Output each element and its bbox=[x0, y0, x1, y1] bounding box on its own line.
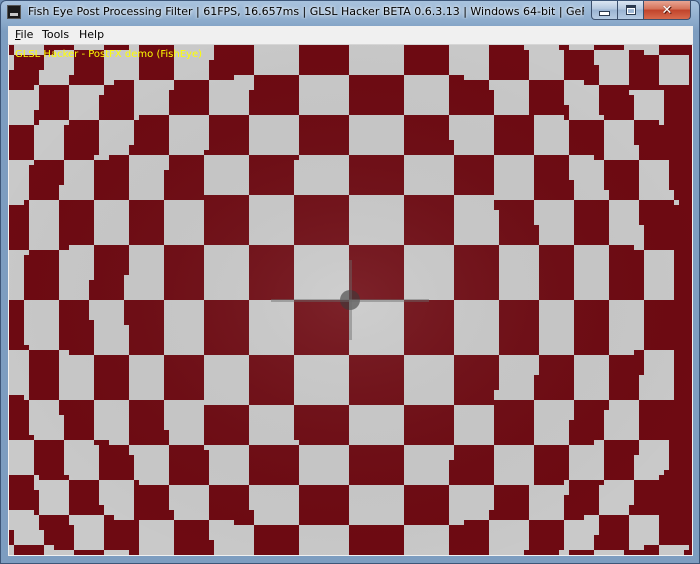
close-button[interactable]: ✕ bbox=[644, 1, 691, 20]
maximize-icon bbox=[625, 5, 636, 15]
menu-bar: File Tools Help bbox=[8, 26, 693, 45]
pinch-vertical bbox=[349, 260, 352, 340]
client-area: File Tools Help GLSL Hacker - PostFX dem… bbox=[8, 26, 693, 556]
maximize-button[interactable] bbox=[618, 1, 644, 20]
fisheye-checkerboard bbox=[9, 45, 692, 555]
title-bar[interactable]: Fish Eye Post Processing Filter | 61FPS,… bbox=[1, 1, 699, 23]
window-title: Fish Eye Post Processing Filter | 61FPS,… bbox=[28, 5, 584, 18]
demo-overlay-label: GLSL Hacker - PostFX demo (FishEye) bbox=[15, 49, 203, 60]
minimize-icon bbox=[599, 10, 610, 16]
app-icon[interactable] bbox=[7, 5, 21, 19]
render-viewport[interactable]: GLSL Hacker - PostFX demo (FishEye) bbox=[9, 45, 692, 555]
menu-file[interactable]: File bbox=[14, 28, 34, 42]
application-window: Fish Eye Post Processing Filter | 61FPS,… bbox=[0, 0, 700, 564]
menu-tools[interactable]: Tools bbox=[41, 28, 70, 42]
menu-file-label: ile bbox=[20, 28, 34, 41]
menu-help[interactable]: Help bbox=[78, 28, 105, 42]
close-icon: ✕ bbox=[661, 2, 673, 18]
minimize-button[interactable] bbox=[591, 1, 618, 20]
